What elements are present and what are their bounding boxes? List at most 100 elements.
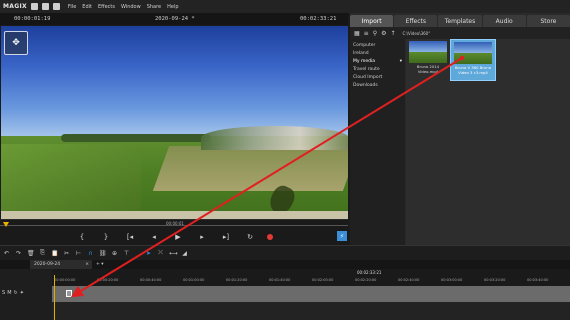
thumb-ground [454,53,492,64]
view-icon[interactable]: ▦ [354,30,360,37]
razor-tool-icon[interactable]: ⤫ [157,249,164,257]
file-tile-selected[interactable]: Bruno V 360 Bruno Video 3 c3.mp4 [450,39,496,81]
video-field-left [1,144,141,219]
tree-item-my-media[interactable]: My media ▾ [350,58,405,66]
360-navigation-icon[interactable]: ✥ [4,31,28,55]
thumb-sky [454,42,492,53]
project-tab-bar: 2020-09-24 × + ▾ [0,260,570,269]
timeline-ruler[interactable]: 00:02:33:21 00:00:00:00 00:00:20:00 00:0… [52,269,570,286]
delete-icon[interactable]: 🗑 [27,250,35,257]
magnet-icon[interactable]: ∩ [87,250,94,257]
video-preview[interactable] [1,26,348,219]
next-frame-icon[interactable]: ▸ [195,233,209,241]
add-tab-icon[interactable]: + ▾ [96,260,103,269]
tree-item-downloads[interactable]: Downloads [350,82,405,90]
current-time: 00:00:01:19 [14,16,51,22]
track-controls: S M ↻ ✦ [2,290,24,296]
ruler-tick: 00:01:00:00 [183,278,205,282]
volume-tool-icon[interactable]: ◢ [181,250,188,257]
project-title: 2020-09-24 * [155,16,195,22]
media-pool-tabs: Import Effects Templates Audio Store [350,15,570,27]
file-thumbnail-1[interactable] [409,41,447,63]
tree-item-computer[interactable]: Computer [350,42,405,50]
solo-button[interactable]: S [2,290,5,296]
jump-start-icon[interactable]: [◂ [123,233,137,241]
file-name-line2: Video.mp4 [417,68,439,74]
split-icon[interactable]: ⊢ [75,250,82,257]
undo-icon[interactable]: ↶ [3,250,10,257]
menu-window[interactable]: Window [121,4,141,10]
fx-icon[interactable]: ✦ [20,290,24,296]
up-folder-icon[interactable]: ↑ [391,30,396,37]
prev-frame-icon[interactable]: ◂ [147,233,161,241]
tree-item-cloud-import[interactable]: Cloud Import [350,74,405,82]
ruler-tick: 00:01:20:00 [226,278,248,282]
set-out-icon[interactable]: } [99,233,113,241]
video-track-1[interactable] [52,286,570,302]
ruler-tick: 00:02:00:00 [312,278,334,282]
trim-icon[interactable]: ⊤ [123,250,130,257]
file-name-line2: Video 3 c3.mp4 [458,69,488,75]
ruler-time: 00:02:33:21 [357,270,382,275]
ruler-tick: 00:03:00:00 [441,278,463,282]
save-icon[interactable] [41,3,49,10]
menu-effects[interactable]: Effects [98,4,115,10]
menu-bar: File Edit Effects Window Share Help [68,4,179,10]
record-icon[interactable] [267,234,273,240]
folder-path: C:\Video\360° [402,30,431,36]
video-village [201,126,348,150]
thumb-ground [409,52,447,63]
chevron-down-icon: ▾ [399,59,402,64]
gear-icon[interactable]: ⚙ [381,30,386,37]
tab-import[interactable]: Import [350,15,394,27]
ruler-tick: 00:02:20:00 [355,278,377,282]
file-browser: Bruno 2014 Video.mp4 Bruno V 360 Bruno V… [406,39,570,245]
menu-file[interactable]: File [68,4,76,10]
ruler-tick: 00:03:20:00 [484,278,506,282]
tab-effects[interactable]: Effects [394,15,438,27]
group-icon[interactable]: ⛓ [99,250,107,257]
tree-item-travel-route[interactable]: Travel route [350,66,405,74]
copy-icon[interactable]: ⎘ [39,249,46,257]
pointer-tool-icon[interactable]: ➤ [145,250,152,257]
menu-edit[interactable]: Edit [82,4,92,10]
video-track-2[interactable] [52,302,570,320]
cut-icon[interactable]: ✂ [63,250,70,257]
tab-audio[interactable]: Audio [482,15,526,27]
media-pool: Import Effects Templates Audio Store ▦ ≡… [350,13,570,245]
ruler-tick: 00:03:40:00 [527,278,549,282]
list-icon[interactable]: ≡ [364,30,369,37]
app-window: MAGIX File Edit Effects Window Share Hel… [0,0,570,320]
set-in-icon[interactable]: { [75,233,89,241]
marker-icon[interactable]: ⊕ [111,250,118,257]
tab-templates[interactable]: Templates [438,15,482,27]
file-name-1[interactable]: Bruno 2014 Video.mp4 [407,64,449,74]
search-icon[interactable]: ⚲ [373,30,377,37]
menu-share[interactable]: Share [147,4,161,10]
total-time: 00:02:33:21 [300,16,337,22]
playhead-marker[interactable] [3,222,9,227]
edit-toolbar: ↶ ↷ 🗑 ⎘ 📋 ✂ ⊢ ∩ ⛓ ⊕ ⊤ ➤ ⤫ ⟷ ◢ [0,245,570,260]
redo-icon[interactable]: ↷ [15,250,22,257]
close-icon[interactable]: × [85,260,89,269]
thumb-sky [409,41,447,52]
tree-item-label: My media [353,59,375,64]
jump-end-icon[interactable]: ▸] [219,233,233,241]
paste-icon[interactable]: 📋 [51,250,58,257]
loop-icon[interactable]: ↻ [243,233,257,241]
timeline-playhead[interactable] [54,275,55,320]
project-tab[interactable]: 2020-09-24 × [30,260,92,269]
stretch-tool-icon[interactable]: ⟷ [169,250,178,257]
scrubber-time: 00:00:01 [166,221,184,226]
menu-help[interactable]: Help [167,4,178,10]
scrubber-bar[interactable]: 00:00:01 [0,219,348,229]
tab-store[interactable]: Store [526,15,570,27]
tree-item-ireland[interactable]: Ireland [350,50,405,58]
open-folder-icon[interactable] [30,3,38,10]
lock-icon[interactable]: ↻ [14,290,18,296]
export-icon[interactable] [52,3,60,10]
fullscreen-icon[interactable]: ⚡ [337,231,347,241]
video-road [1,211,348,219]
play-icon[interactable]: ▶ [171,233,185,241]
mute-button[interactable]: M [7,290,11,296]
